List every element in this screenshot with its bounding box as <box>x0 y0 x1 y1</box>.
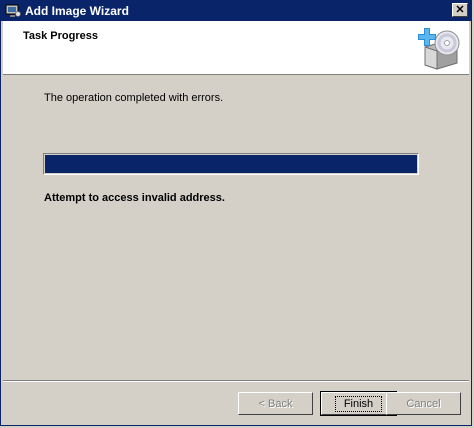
page-title: Task Progress <box>23 30 99 42</box>
cancel-button[interactable]: Cancel <box>386 392 461 415</box>
window-title: Add Image Wizard <box>25 4 129 18</box>
status-message: The operation completed with errors. <box>44 92 224 104</box>
monitor-icon <box>5 4 21 18</box>
title-bar[interactable]: Add Image Wizard ✕ <box>1 1 471 21</box>
error-message: Attempt to access invalid address. <box>44 192 225 204</box>
close-icon: ✕ <box>455 3 465 16</box>
close-button[interactable]: ✕ <box>452 3 468 17</box>
wizard-window: Add Image Wizard ✕ Task Progress The ope… <box>0 0 472 426</box>
progress-fill <box>45 155 417 173</box>
finish-button[interactable]: Finish <box>320 391 397 416</box>
image-disc-add-icon <box>415 25 463 71</box>
finish-button-label: Finish <box>334 395 383 412</box>
progress-bar <box>43 153 419 175</box>
footer-separator <box>3 380 469 382</box>
wizard-header: Task Progress <box>3 21 469 75</box>
back-button[interactable]: < Back <box>238 392 313 415</box>
